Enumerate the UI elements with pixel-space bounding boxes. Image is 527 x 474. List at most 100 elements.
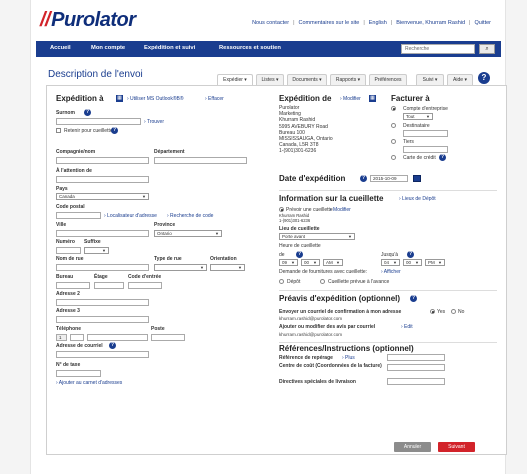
poste-input[interactable] <box>151 334 185 341</box>
etage-input[interactable] <box>94 282 124 289</box>
purolator-logo[interactable]: //Purolator <box>40 9 136 32</box>
calendar-icon[interactable] <box>413 175 421 182</box>
courriel-input[interactable] <box>56 351 149 358</box>
directives-input[interactable] <box>387 378 445 385</box>
pays-select[interactable]: Canada <box>56 193 149 200</box>
effacer-link[interactable]: › Effacer <box>205 96 224 102</box>
edit-link[interactable]: › Edit <box>401 324 413 330</box>
code-postal-label: Code postal <box>56 204 85 210</box>
depot-radio[interactable] <box>279 279 284 284</box>
bureau-input[interactable] <box>56 282 90 289</box>
nav-accueil[interactable]: Accueil <box>50 45 71 51</box>
attention-input[interactable] <box>56 176 149 183</box>
compagnie-input[interactable] <box>56 157 149 164</box>
nom-rue-input[interactable] <box>56 264 149 271</box>
recherche-code-link[interactable]: › Recherche de code <box>167 213 213 219</box>
prevoir-radio[interactable] <box>279 207 284 212</box>
help-icon[interactable]: ? <box>84 109 91 116</box>
adresse3-label: Adresse 3 <box>56 308 80 314</box>
help-icon[interactable]: ? <box>360 175 367 182</box>
centre-cout-input[interactable] <box>387 364 445 371</box>
help-icon[interactable]: ? <box>109 342 116 349</box>
departement-input[interactable] <box>154 157 247 164</box>
telephone-prefix: 1 <box>56 334 67 341</box>
oui-radio[interactable] <box>430 309 435 314</box>
non-label: No <box>458 309 465 315</box>
afficher-link[interactable]: › Afficher <box>381 269 401 275</box>
cueillette-avance-radio[interactable] <box>320 279 325 284</box>
adresse2-label: Adresse 2 <box>56 291 80 297</box>
trouver-link[interactable]: › Trouver <box>144 119 164 125</box>
to-ampm-select[interactable]: PM <box>425 259 445 266</box>
english-link[interactable]: English <box>369 20 387 26</box>
pickup-modifier-link[interactable]: › Modifier <box>330 207 351 213</box>
page-title: Description de l'envoi <box>48 69 143 80</box>
cueillette-avance-label: Cueillette prévue à l'avance <box>328 279 390 285</box>
suivant-button[interactable]: Suivant <box>438 442 475 452</box>
reperage-input[interactable] <box>387 354 445 361</box>
orientation-select[interactable] <box>210 264 245 271</box>
preavis-email2: khurram.rashid@purolator.com <box>279 332 343 337</box>
help-icon[interactable]: ? <box>111 127 118 134</box>
tiers-account-input[interactable] <box>403 146 448 153</box>
to-minute-select[interactable]: 00 <box>403 259 422 266</box>
address-book-icon[interactable]: ▦ <box>116 95 123 102</box>
billing-radio-carte[interactable] <box>391 155 396 160</box>
attention-label: À l'attention de <box>56 168 92 174</box>
to-hour-select[interactable]: 04 <box>381 259 400 266</box>
billing-account-select[interactable]: Tout <box>403 113 433 120</box>
help-icon[interactable]: ? <box>410 295 417 302</box>
sender-modifier-link[interactable]: › Modifier <box>340 96 361 102</box>
telephone-area-input[interactable] <box>70 334 84 341</box>
ville-input[interactable] <box>56 230 149 237</box>
nav-ressources[interactable]: Ressources et soutien <box>219 45 281 51</box>
lieux-depot-link[interactable]: › Lieux de Dépôt <box>399 196 436 202</box>
help-icon[interactable]: ? <box>296 251 303 258</box>
ajouter-carnet-link[interactable]: › Ajouter au carnet d'adresses <box>56 380 122 386</box>
logout-link[interactable]: Quitter <box>474 20 491 26</box>
retenir-label: Retenir pour cueillette <box>64 128 113 134</box>
search-icon[interactable]: ⌕ <box>479 44 495 54</box>
use-outlook-link[interactable]: › Utiliser MS Outlook®B® <box>127 96 184 102</box>
annuler-button[interactable]: Annuler <box>394 442 431 452</box>
province-select[interactable]: Ontario <box>154 230 222 237</box>
contact-link[interactable]: Nous contacter <box>252 20 289 26</box>
suffixe-label: Suffixe <box>84 239 101 245</box>
date-input[interactable]: 2015-10-09 <box>370 175 408 182</box>
billing-radio-tiers[interactable] <box>391 139 396 144</box>
nav-mon-compte[interactable]: Mon compte <box>91 45 125 51</box>
billing-entreprise-label: Compte d'entreprise <box>403 106 448 112</box>
from-minute-select[interactable]: 00 <box>301 259 320 266</box>
divider <box>279 290 497 291</box>
search-input[interactable]: Recherche <box>401 44 475 54</box>
feedback-link[interactable]: Commentaires sur le site <box>299 20 360 26</box>
from-ampm-select[interactable]: AM <box>323 259 343 266</box>
destinataire-account-input[interactable] <box>403 130 448 137</box>
suffixe-select[interactable] <box>84 247 109 254</box>
code-entree-input[interactable] <box>128 282 162 289</box>
from-hour-select[interactable]: 09 <box>279 259 298 266</box>
pays-label: Pays <box>56 186 68 192</box>
type-rue-select[interactable] <box>154 264 207 271</box>
surnom-input[interactable] <box>56 118 141 125</box>
help-icon[interactable]: ? <box>407 251 414 258</box>
address-book-icon[interactable]: ▦ <box>369 95 376 102</box>
adresse3-input[interactable] <box>56 316 149 323</box>
lieu-select[interactable]: Porte avant <box>279 233 355 240</box>
numero-input[interactable] <box>56 247 81 254</box>
telephone-input[interactable] <box>87 334 148 341</box>
adresse2-input[interactable] <box>56 299 149 306</box>
plus-link[interactable]: › Plus <box>342 355 355 361</box>
nav-expedition-suivi[interactable]: Expédition et suivi <box>144 45 195 51</box>
code-postal-input[interactable] <box>56 212 101 219</box>
surnom-label: Surnom <box>56 110 75 116</box>
help-icon[interactable]: ? <box>439 154 446 161</box>
retenir-checkbox[interactable] <box>56 128 61 133</box>
depot-label: Dépôt <box>287 279 301 285</box>
non-radio[interactable] <box>451 309 456 314</box>
taxe-input[interactable] <box>56 370 101 377</box>
help-icon[interactable]: ? <box>478 72 490 84</box>
billing-radio-destinataire[interactable] <box>391 123 396 128</box>
billing-radio-entreprise[interactable] <box>391 106 396 111</box>
localisateur-link[interactable]: › Localisateur d'adresse <box>104 213 157 219</box>
